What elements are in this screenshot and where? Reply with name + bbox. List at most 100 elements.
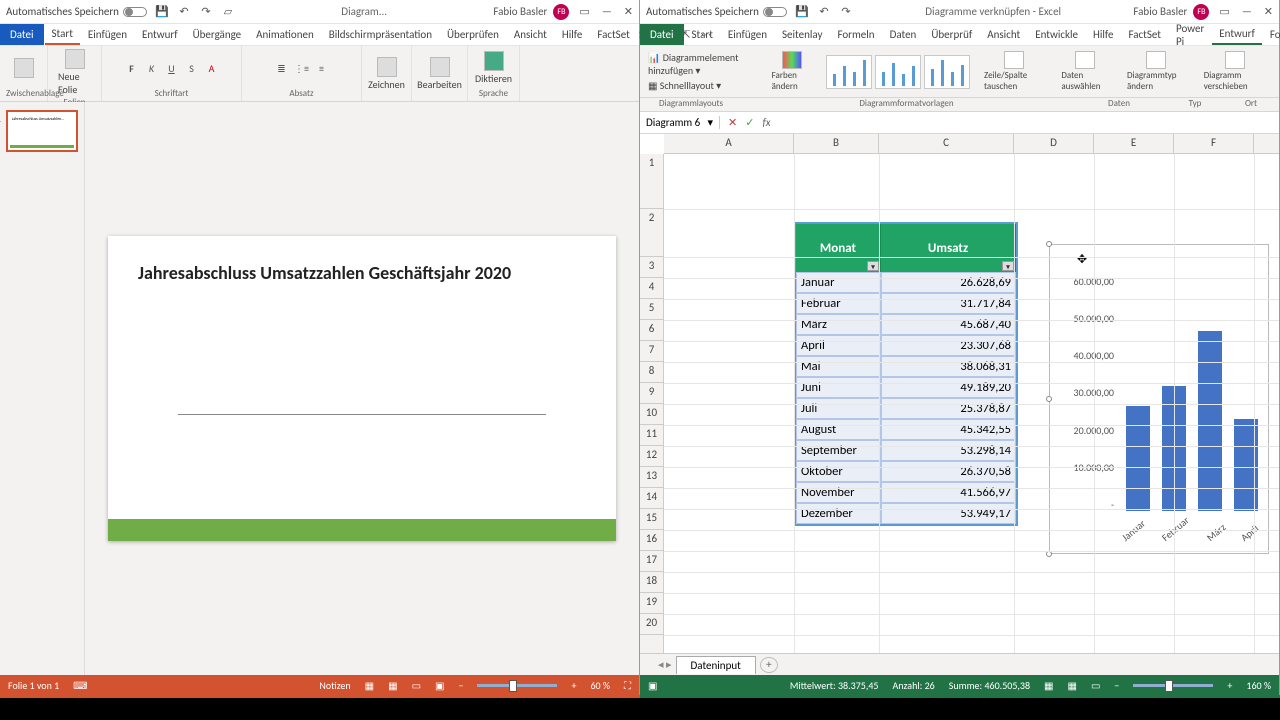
- row-header[interactable]: 3: [640, 257, 663, 278]
- xl-tab-format[interactable]: Format: [1263, 25, 1280, 44]
- change-colors[interactable]: Farben ändern: [768, 51, 816, 92]
- strike-icon[interactable]: S: [185, 61, 199, 75]
- slide-thumbnail-1[interactable]: 1 Jahresabschluss Umsatzzahlen...: [6, 110, 78, 152]
- switch-row-col[interactable]: Zeile/Spalte tauschen: [980, 51, 1047, 92]
- dictate-button[interactable]: Diktieren: [471, 50, 516, 86]
- tab-design[interactable]: Entwurf: [135, 25, 185, 44]
- embedded-chart[interactable]: 60.000,0050.000,0040.000,0030.000,0020.0…: [1049, 244, 1269, 554]
- row-header[interactable]: 20: [640, 614, 663, 635]
- save-icon[interactable]: 💾: [155, 5, 169, 19]
- row-header[interactable]: 2: [640, 209, 663, 257]
- tab-start[interactable]: Start: [45, 24, 80, 45]
- autosave-toggle[interactable]: Automatisches Speichern: [6, 5, 147, 18]
- redo-icon[interactable]: ↷: [839, 5, 853, 19]
- restore-icon[interactable]: —: [1242, 5, 1252, 18]
- minimize-icon[interactable]: ▭: [579, 5, 589, 18]
- tab-animations[interactable]: Animationen: [249, 25, 321, 44]
- filter-icon[interactable]: ▾: [867, 261, 879, 271]
- redo-icon[interactable]: ↷: [199, 5, 213, 19]
- row-header[interactable]: 9: [640, 383, 663, 404]
- slide-canvas[interactable]: Jahresabschluss Umsatzzahlen Geschäftsja…: [85, 102, 639, 675]
- select-data[interactable]: Daten auswählen: [1057, 51, 1113, 92]
- cancel-icon[interactable]: ✕: [728, 116, 737, 129]
- edit-button[interactable]: Bearbeiten: [413, 56, 466, 92]
- xl-tab-view[interactable]: Ansicht: [980, 25, 1027, 44]
- chart-styles[interactable]: [826, 55, 970, 89]
- add-sheet-icon[interactable]: +: [760, 657, 778, 673]
- zoom-in-icon[interactable]: +: [1227, 679, 1232, 692]
- undo-icon[interactable]: ↶: [177, 5, 191, 19]
- paste-button[interactable]: [10, 57, 38, 79]
- view-layout-icon[interactable]: ▦: [1068, 679, 1077, 692]
- col-header[interactable]: B: [794, 134, 879, 153]
- table-row[interactable]: März45.687,40: [796, 314, 1016, 335]
- draw-button[interactable]: Zeichnen: [364, 56, 409, 92]
- record-macro-icon[interactable]: ▣: [648, 679, 657, 692]
- sheet-tab-dateninput[interactable]: Dateninput: [676, 656, 756, 674]
- xl-tab-entwurf[interactable]: Entwurf: [1212, 24, 1262, 45]
- xl-tab-insert[interactable]: Einfügen: [721, 25, 774, 44]
- table-row[interactable]: Mai38.068,31: [796, 356, 1016, 377]
- minimize-icon[interactable]: ▭: [1219, 5, 1229, 18]
- row-header[interactable]: 8: [640, 362, 663, 383]
- tab-view[interactable]: Ansicht: [507, 25, 554, 44]
- xl-tab-start[interactable]: Start: [685, 25, 720, 44]
- spellcheck-icon[interactable]: ⌨: [73, 679, 87, 692]
- sorter-view-icon[interactable]: ▦: [388, 679, 397, 692]
- row-header[interactable]: 18: [640, 572, 663, 593]
- tab-factset[interactable]: FactSet: [590, 25, 637, 44]
- align-icon[interactable]: ≡: [315, 61, 329, 75]
- xl-tab-review[interactable]: Überprüf: [924, 25, 979, 44]
- italic-icon[interactable]: K: [145, 61, 159, 75]
- xl-tab-formulas[interactable]: Formeln: [830, 25, 881, 44]
- close-icon[interactable]: ✕: [624, 5, 633, 18]
- slideshow-view-icon[interactable]: ▣: [435, 679, 444, 692]
- bullets-icon[interactable]: ≣: [275, 61, 289, 75]
- row-header[interactable]: 14: [640, 488, 663, 509]
- col-header[interactable]: E: [1094, 134, 1174, 153]
- tab-slideshow[interactable]: Bildschirmpräsentation: [322, 25, 439, 44]
- tab-review[interactable]: Überprüfen: [440, 25, 506, 44]
- xl-tab-layout[interactable]: Seitenlay: [775, 25, 829, 44]
- fontcolor-icon[interactable]: A: [205, 61, 219, 75]
- xl-tab-file[interactable]: Datei: [640, 24, 684, 45]
- add-chart-element[interactable]: 📊 Diagrammelement hinzufügen ▾: [648, 51, 758, 77]
- table-row[interactable]: August45.342,55: [796, 419, 1016, 440]
- avatar[interactable]: FB: [553, 4, 569, 20]
- table-row[interactable]: Januar26.628,69: [796, 272, 1016, 293]
- zoom-in-icon[interactable]: +: [571, 679, 576, 692]
- xl-tab-dev[interactable]: Entwickle: [1028, 25, 1085, 44]
- fx-icon[interactable]: fx: [762, 116, 770, 129]
- row-header[interactable]: 7: [640, 341, 663, 362]
- data-table[interactable]: Monat▾ Umsatz▾ Januar26.628,69Februar31.…: [794, 222, 1018, 526]
- table-row[interactable]: Oktober26.370,58: [796, 461, 1016, 482]
- table-row[interactable]: Juli25.378,87: [796, 398, 1016, 419]
- col-header[interactable]: F: [1174, 134, 1254, 153]
- row-header[interactable]: 4: [640, 278, 663, 299]
- table-row[interactable]: Dezember53.949,17: [796, 503, 1016, 524]
- tab-transitions[interactable]: Übergänge: [186, 25, 249, 44]
- zoom-level[interactable]: 160 %: [1246, 679, 1271, 692]
- undo-icon[interactable]: ↶: [817, 5, 831, 19]
- row-header[interactable]: 17: [640, 551, 663, 572]
- restore-icon[interactable]: —: [602, 5, 612, 18]
- row-header[interactable]: 16: [640, 530, 663, 551]
- row-header[interactable]: 1: [640, 154, 663, 209]
- new-slide-button[interactable]: Neue Folie: [54, 48, 95, 97]
- zoom-out-icon[interactable]: −: [458, 679, 463, 692]
- filter-icon[interactable]: ▾: [1002, 261, 1014, 271]
- row-header[interactable]: 12: [640, 446, 663, 467]
- move-chart[interactable]: Diagramm verschieben: [1200, 51, 1271, 92]
- zoom-slider[interactable]: [1133, 684, 1213, 687]
- xl-autosave-toggle[interactable]: Automatisches Speichern: [646, 5, 787, 18]
- chart-handle[interactable]: [1046, 241, 1052, 247]
- change-type[interactable]: Diagrammtyp ändern: [1123, 51, 1190, 92]
- table-row[interactable]: April23.307,68: [796, 335, 1016, 356]
- notes-button[interactable]: Notizen: [319, 679, 350, 692]
- col-header[interactable]: C: [879, 134, 1014, 153]
- table-row[interactable]: Juni49.189,20: [796, 377, 1016, 398]
- zoom-level[interactable]: 60 %: [590, 679, 610, 692]
- xl-tab-data[interactable]: Daten: [883, 25, 924, 44]
- tab-file[interactable]: Datei: [0, 24, 44, 45]
- table-row[interactable]: September53.298,14: [796, 440, 1016, 461]
